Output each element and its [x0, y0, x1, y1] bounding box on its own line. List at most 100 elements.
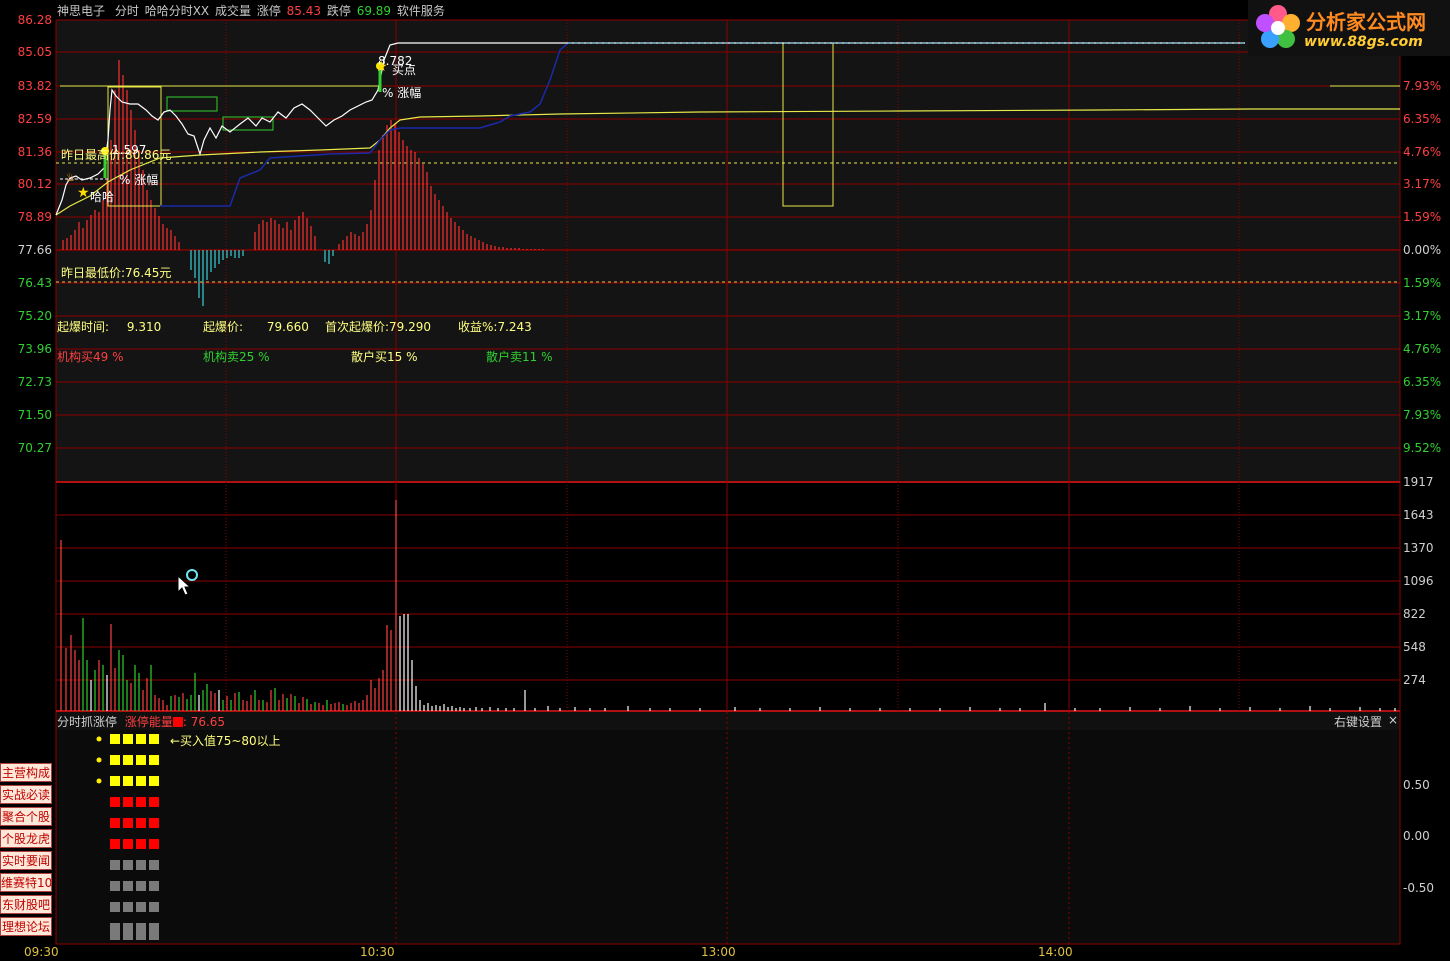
percent-tick: 4.76%: [1403, 145, 1442, 159]
price-tick: 73.96: [17, 342, 52, 356]
rise-text-1: 涨幅: [134, 173, 159, 187]
right-click-settings[interactable]: 右键设置: [1334, 713, 1382, 730]
indicator-panel-name[interactable]: 分时抓涨停: [57, 715, 117, 729]
signal-value-1: 1.597: [112, 143, 147, 157]
side-link-6[interactable]: 东财股吧: [0, 895, 52, 914]
time-tick: 10:30: [360, 945, 395, 959]
retail-sell: 散户卖11 %: [486, 350, 553, 364]
indicator-tick: 0.50: [1403, 778, 1430, 792]
limit-up-label: 涨停: [256, 4, 281, 18]
percent-tick: 4.76%: [1403, 342, 1442, 356]
energy-block: [110, 797, 120, 807]
side-link-0[interactable]: 主营构成: [0, 763, 52, 782]
stock-name: 神思电子: [57, 4, 106, 18]
indicator-name[interactable]: 哈哈分时XX: [145, 4, 209, 18]
percent-icon: %: [119, 173, 131, 187]
burst-price-label: 起爆价:: [203, 320, 244, 334]
chart-grid: [55, 19, 1401, 945]
price-tick: 72.73: [17, 375, 52, 389]
institution-buy: 机构买49 %: [57, 350, 124, 364]
side-link-2[interactable]: 聚合个股: [0, 807, 52, 826]
side-link-1[interactable]: 实战必读: [0, 785, 52, 804]
intraday-chart[interactable]: [0, 0, 1450, 961]
volume-tick: 548: [1403, 640, 1426, 654]
energy-block: [110, 755, 120, 765]
percent-tick: 6.35%: [1403, 112, 1442, 126]
energy-block: [136, 734, 146, 744]
sector-label[interactable]: 软件服务: [397, 4, 445, 18]
energy-block: [136, 881, 146, 891]
energy-block: [136, 902, 146, 912]
energy-block: [123, 797, 133, 807]
energy-block: [136, 928, 146, 940]
energy-block: [149, 839, 159, 849]
energy-dot: [96, 757, 102, 763]
chart-mode[interactable]: 分时: [115, 4, 139, 18]
energy-block: [149, 818, 159, 828]
energy-block: [123, 928, 133, 940]
close-icon[interactable]: ×: [1388, 713, 1398, 727]
percent-tick: 9.52%: [1403, 441, 1442, 455]
energy-block: [110, 839, 120, 849]
volume-tick: 274: [1403, 673, 1426, 687]
energy-block: [136, 755, 146, 765]
energy-block: [110, 860, 120, 870]
site-logo: 分析家公式网 www.88gs.com: [1248, 0, 1450, 56]
yesterday-low-label: 昨日最低价:76.45元: [61, 266, 172, 280]
energy-block: [149, 734, 159, 744]
price-tick: 85.05: [17, 45, 52, 59]
time-tick: 13:00: [701, 945, 736, 959]
volume-bars: [60, 500, 1396, 711]
side-link-3[interactable]: 个股龙虎: [0, 829, 52, 848]
energy-block: [149, 860, 159, 870]
logo-url[interactable]: www.88gs.com: [1304, 34, 1423, 50]
star-icon: ★: [77, 185, 90, 201]
energy-value: : 76.65: [182, 715, 226, 729]
volume-label: 成交量: [214, 4, 251, 18]
price-tick: 83.82: [17, 79, 52, 93]
side-link-4[interactable]: 实时要闻: [0, 851, 52, 870]
energy-block: [149, 928, 159, 940]
flag-icon: ♨: [65, 170, 76, 184]
flower-logo-icon: [1256, 5, 1300, 48]
energy-block: [110, 818, 120, 828]
energy-block: [149, 881, 159, 891]
mouse-cursor-icon: [177, 569, 198, 596]
first-burst-value: 79.290: [389, 320, 432, 334]
star-icon: ★: [375, 59, 388, 75]
volume-tick: 1917: [1403, 475, 1434, 489]
burst-time-value: 9.310: [126, 320, 162, 334]
energy-block: [136, 776, 146, 786]
volume-tick: 1643: [1403, 508, 1434, 522]
burst-price: 起爆价: 79.660: [203, 318, 309, 335]
percent-tick: 6.35%: [1403, 375, 1442, 389]
profit-value: 7.243: [497, 320, 532, 334]
percent-tick: 7.93%: [1403, 408, 1442, 422]
energy-block: [136, 860, 146, 870]
side-link-7[interactable]: 理想论坛: [0, 917, 52, 936]
energy-block: [149, 797, 159, 807]
limit-down-value: 69.89: [356, 4, 392, 18]
energy-block: [110, 734, 120, 744]
rise-label-1: % 涨幅: [119, 171, 158, 188]
limit-up-value: 85.43: [286, 4, 322, 18]
side-link-list: 主营构成实战必读聚合个股个股龙虎实时要闻维赛特10 东财股吧理想论坛: [0, 763, 54, 939]
energy-block: [110, 776, 120, 786]
energy-block: [123, 839, 133, 849]
energy-block: [123, 902, 133, 912]
logo-title: 分析家公式网: [1306, 10, 1426, 34]
haha-label: 哈哈: [90, 190, 115, 204]
price-tick: 82.59: [17, 112, 52, 126]
first-burst-price: 首次起爆价:79.290: [325, 318, 431, 335]
time-tick: 14:00: [1038, 945, 1073, 959]
energy-block: [149, 776, 159, 786]
indicator-tick: 0.00: [1403, 829, 1430, 843]
time-tick: 09:30: [24, 945, 59, 959]
volume-tick: 1370: [1403, 541, 1434, 555]
energy-block: [123, 734, 133, 744]
side-link-5[interactable]: 维赛特10: [0, 873, 52, 892]
energy-block: [149, 755, 159, 765]
price-tick: 70.27: [17, 441, 52, 455]
percent-tick: 1.59%: [1403, 276, 1442, 290]
price-tick: 80.12: [17, 177, 52, 191]
